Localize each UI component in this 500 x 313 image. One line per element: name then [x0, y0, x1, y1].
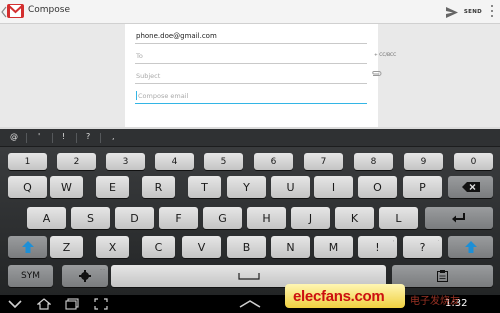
key-i[interactable]: I: [314, 176, 353, 198]
key-7[interactable]: 7: [304, 153, 343, 170]
key-alt-label: .: [437, 237, 439, 242]
key-question[interactable]: ? .: [403, 236, 442, 258]
key-main-label: !: [375, 240, 380, 254]
to-field[interactable]: To: [135, 46, 367, 64]
key-l[interactable]: L: [379, 207, 418, 229]
key-f[interactable]: F: [159, 207, 198, 229]
subject-placeholder: Subject: [136, 72, 161, 80]
suggestion-item[interactable]: ': [38, 132, 40, 141]
key-b[interactable]: B: [227, 236, 266, 258]
key-1[interactable]: 1: [8, 153, 47, 170]
key-p[interactable]: P: [403, 176, 442, 198]
key-u[interactable]: U: [271, 176, 310, 198]
dock-handle-icon[interactable]: [236, 298, 264, 310]
sym-key[interactable]: SYM: [8, 265, 53, 287]
key-s[interactable]: S: [71, 207, 110, 229]
suggestion-item[interactable]: ,: [112, 132, 115, 141]
space-icon: [237, 272, 260, 280]
key-4[interactable]: 4: [155, 153, 194, 170]
overflow-menu-icon[interactable]: [489, 4, 495, 18]
key-y[interactable]: Y: [227, 176, 266, 198]
cc-bcc-button[interactable]: + CC/BCC: [374, 53, 396, 58]
key-9[interactable]: 9: [404, 153, 443, 170]
key-2[interactable]: 2: [57, 153, 96, 170]
key-alt-label: ....: [99, 266, 105, 271]
screenshot-icon[interactable]: [94, 298, 108, 310]
recent-apps-icon[interactable]: [65, 298, 79, 310]
key-x[interactable]: X: [96, 236, 129, 258]
key-3[interactable]: 3: [106, 153, 145, 170]
watermark-text: elecfans.com: [293, 288, 385, 305]
key-6[interactable]: 6: [254, 153, 293, 170]
from-value: phone.doe@gmail.com: [136, 32, 217, 40]
key-5[interactable]: 5: [204, 153, 243, 170]
key-m[interactable]: M: [314, 236, 353, 258]
key-h[interactable]: H: [247, 207, 286, 229]
shift-key-right[interactable]: [448, 236, 493, 258]
key-0[interactable]: 0: [454, 153, 493, 170]
divider: [52, 133, 53, 143]
key-alt-label: ,: [392, 237, 394, 242]
key-v[interactable]: V: [182, 236, 221, 258]
divider: [26, 133, 27, 143]
compose-form: phone.doe@gmail.com To Subject Compose e…: [125, 24, 378, 127]
shift-icon: [21, 241, 34, 253]
key-8[interactable]: 8: [354, 153, 393, 170]
key-n[interactable]: N: [271, 236, 310, 258]
keyboard-hide-icon[interactable]: [8, 298, 22, 310]
watermark-cn-text: 电子发烧友: [410, 296, 460, 307]
key-z[interactable]: Z: [50, 236, 83, 258]
send-button[interactable]: SEND: [445, 4, 482, 20]
key-c[interactable]: C: [142, 236, 175, 258]
key-exclamation[interactable]: ! ,: [358, 236, 397, 258]
key-g[interactable]: G: [203, 207, 242, 229]
attachment-icon[interactable]: [371, 70, 382, 77]
backspace-key[interactable]: [448, 176, 493, 198]
key-q[interactable]: Q: [8, 176, 47, 198]
suggestion-strip: @ ' ! ? ,: [0, 129, 500, 147]
suggestion-item[interactable]: ?: [86, 132, 90, 141]
home-icon[interactable]: [37, 298, 51, 310]
key-r[interactable]: R: [142, 176, 175, 198]
shift-key-left[interactable]: [8, 236, 47, 258]
send-icon: [445, 6, 458, 18]
watermark: elecfans.com 电子发烧友: [285, 279, 500, 313]
enter-key[interactable]: [425, 207, 493, 229]
key-main-label: ?: [419, 240, 426, 254]
shift-icon: [464, 241, 477, 253]
suggestion-item[interactable]: !: [62, 132, 65, 141]
key-o[interactable]: O: [358, 176, 397, 198]
from-field[interactable]: phone.doe@gmail.com: [135, 26, 367, 44]
to-placeholder: To: [136, 52, 143, 60]
subject-field[interactable]: Subject: [135, 66, 367, 84]
key-j[interactable]: J: [291, 207, 330, 229]
body-placeholder: Compose email: [138, 92, 189, 100]
text-cursor: [136, 91, 137, 100]
send-label: SEND: [463, 9, 482, 15]
divider: [100, 133, 101, 143]
gear-icon: [79, 270, 91, 282]
settings-key[interactable]: ....: [62, 265, 108, 287]
action-bar: Compose SEND: [0, 0, 500, 24]
suggestion-item[interactable]: @: [10, 132, 18, 141]
key-a[interactable]: A: [27, 207, 66, 229]
key-k[interactable]: K: [335, 207, 374, 229]
enter-icon: [452, 213, 465, 223]
soft-keyboard: 1 2 3 4 5 6 7 8 9 0 Q W E R T Y U I O P …: [0, 147, 500, 295]
key-t[interactable]: T: [188, 176, 221, 198]
divider: [76, 133, 77, 143]
key-d[interactable]: D: [115, 207, 154, 229]
key-w[interactable]: W: [50, 176, 83, 198]
app-title: Compose: [28, 5, 71, 15]
gmail-logo-icon[interactable]: [7, 3, 24, 19]
key-e[interactable]: E: [96, 176, 129, 198]
backspace-icon: [461, 182, 480, 192]
compose-body-field[interactable]: Compose email: [135, 86, 367, 104]
